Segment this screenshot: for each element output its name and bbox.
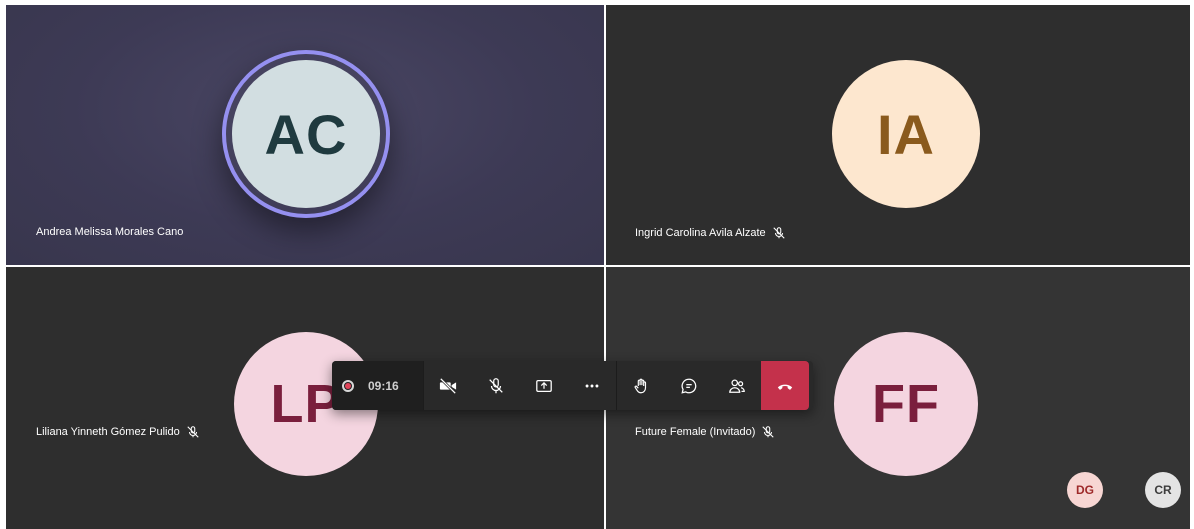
share-screen-button[interactable] (520, 361, 568, 410)
more-options-button[interactable] (568, 361, 616, 410)
avatar-initials: CR (1154, 483, 1172, 497)
participants-button[interactable] (713, 361, 761, 410)
avatar-initials: IA (877, 102, 935, 166)
interaction-controls (617, 361, 761, 410)
participant-name-label: Future Female (Invitado) (635, 425, 775, 439)
participant-name: Liliana Yinneth Gómez Pulido (36, 426, 180, 438)
raise-hand-button[interactable] (617, 361, 665, 410)
camera-toggle-button[interactable] (424, 361, 472, 410)
call-control-bar: 09:16 (332, 361, 813, 410)
avatar-ac: AC (232, 60, 380, 208)
avatar-initials: FF (872, 374, 940, 434)
participant-name-label: Andrea Melissa Morales Cano (36, 226, 183, 238)
media-controls (424, 361, 616, 410)
mic-muted-icon (773, 227, 785, 239)
participant-tile-ac[interactable]: AC Andrea Melissa Morales Cano (6, 5, 604, 265)
camera-off-icon (439, 377, 457, 394)
mic-muted-icon (762, 426, 775, 438)
avatar-ff: FF (834, 332, 978, 476)
hang-up-button[interactable] (761, 361, 809, 410)
more-icon (585, 384, 599, 387)
meeting-stage: AC Andrea Melissa Morales Cano IA Ingrid… (6, 5, 1190, 529)
share-screen-icon (536, 379, 552, 392)
recording-icon (342, 379, 354, 392)
avatar-initials: LP (270, 374, 342, 434)
mic-muted-icon (187, 426, 199, 438)
participant-name: Ingrid Carolina Avila Alzate (635, 227, 766, 239)
hang-up-icon (777, 384, 793, 390)
participant-name-label: Liliana Yinneth Gómez Pulido (36, 425, 200, 439)
avatar-ia: IA (832, 60, 980, 208)
chat-icon (681, 378, 697, 394)
avatar-initials: AC (264, 102, 348, 166)
participants-icon (729, 379, 745, 393)
overflow-avatar-cr[interactable]: CR (1145, 472, 1181, 508)
raise-hand-icon (634, 378, 647, 393)
participant-name-label: Ingrid Carolina Avila Alzate (635, 226, 786, 240)
mic-toggle-button[interactable] (472, 361, 520, 410)
recording-status: 09:16 (332, 361, 423, 410)
chat-button[interactable] (665, 361, 713, 410)
participant-name: Andrea Melissa Morales Cano (36, 226, 184, 238)
avatar-initials: DG (1076, 483, 1094, 497)
participant-name: Future Female (Invitado) (635, 426, 756, 438)
mic-off-icon (489, 377, 503, 393)
participant-tile-ia[interactable]: IA Ingrid Carolina Avila Alzate (606, 5, 1190, 265)
call-timer: 09:16 (368, 378, 399, 393)
overflow-avatar-dg[interactable]: DG (1067, 472, 1103, 508)
